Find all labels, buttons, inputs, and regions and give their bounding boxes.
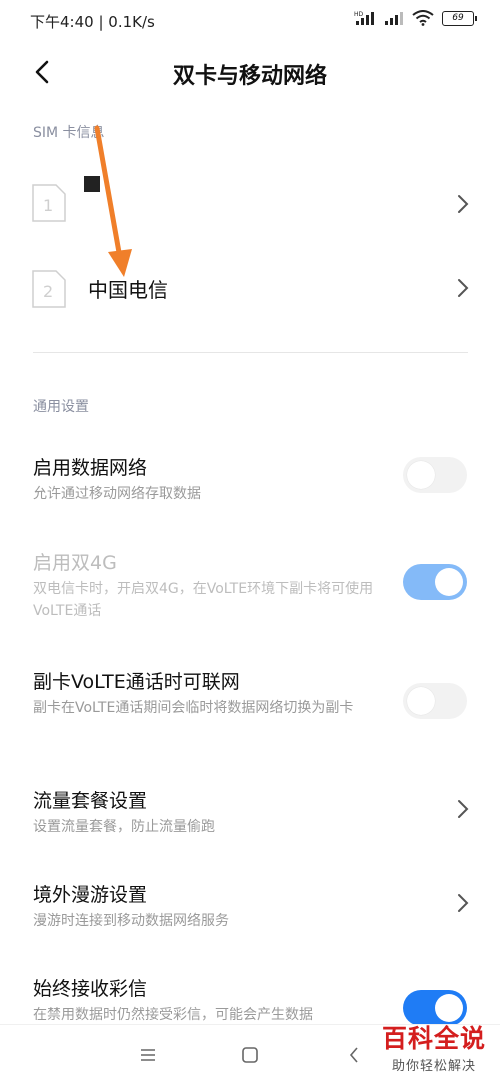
watermark-logo: 百科全说 助你轻松解决 [382,1019,486,1074]
setting-desc: 在禁用数据时仍然接受彩信，可能会产生数据 [33,1007,313,1023]
status-time: 下午4:40 | 0.1K/s [30,13,155,31]
wifi-icon [412,10,434,26]
section-divider [33,352,468,353]
back-icon [349,1047,358,1063]
setting-title: 启用双4G [33,552,117,574]
menu-button[interactable] [136,1043,160,1067]
page-title: 双卡与移动网络 [172,64,327,89]
chevron-right-icon [458,894,469,912]
home-icon [242,1047,258,1063]
setting-desc: 漫游时连接到移动数据网络服务 [33,913,229,929]
sim-section-label: SIM 卡信息 [33,125,105,141]
toggle-knob [435,568,463,596]
setting-title: 流量套餐设置 [33,790,148,812]
setting-secondary-volte-data[interactable]: 副卡VoLTE通话时可联网 副卡在VoLTE通话期间会临时将数据网络切换为副卡 [0,667,500,743]
general-section-label: 通用设置 [33,399,89,415]
watermark-subtitle: 助你轻松解决 [391,1059,476,1074]
setting-desc: 副卡在VoLTE通话期间会临时将数据网络切换为副卡 [33,700,354,716]
signal-icon [385,12,403,25]
svg-text:2: 2 [43,282,53,301]
toggle-knob [407,461,435,489]
toggle-knob [407,687,435,715]
header: 双卡与移动网络 [0,50,500,96]
setting-data-plan[interactable]: 流量套餐设置 设置流量套餐，防止流量偷跑 [0,786,500,842]
sim-slot-1-icon: 1 [32,184,66,222]
enable-data-network-toggle[interactable] [403,457,467,493]
hd-signal-icon: HD [354,11,374,25]
setting-title: 启用数据网络 [33,457,148,479]
setting-roaming[interactable]: 境外漫游设置 漫游时连接到移动数据网络服务 [0,880,500,936]
setting-title: 境外漫游设置 [33,884,148,906]
sim-card-1-name-redacted [84,176,100,192]
dual-4g-toggle [403,564,467,600]
setting-desc: 设置流量套餐，防止流量偷跑 [33,819,215,835]
chevron-right-icon [458,800,469,818]
svg-text:HD: HD [354,11,364,18]
svg-text:1: 1 [43,196,53,215]
chevron-right-icon [458,279,469,297]
home-button[interactable] [238,1043,262,1067]
secondary-volte-data-toggle[interactable] [403,683,467,719]
sim-slot-2-icon: 2 [32,270,66,308]
setting-enable-dual-4g: 启用双4G 双电信卡时，开启双4G，在VoLTE环境下副卡将可使用VoLTE通话 [0,548,500,624]
setting-title: 副卡VoLTE通话时可联网 [33,671,240,693]
setting-enable-data-network[interactable]: 启用数据网络 允许通过移动网络存取数据 [0,453,500,513]
setting-desc: 允许通过移动网络存取数据 [33,486,201,502]
sim-card-2-name: 中国电信 [88,278,168,302]
status-bar: 下午4:40 | 0.1K/s HD 69 [0,0,500,40]
chevron-right-icon [458,195,469,213]
nav-back-button[interactable] [342,1043,366,1067]
setting-desc: 双电信卡时，开启双4G，在VoLTE环境下副卡将可使用VoLTE通话 [33,581,374,619]
menu-icon [141,1049,155,1061]
sim-card-1-row[interactable]: 1 [0,172,500,232]
watermark-title: 百科全说 [381,1024,486,1053]
battery-icon: 69 [442,10,477,26]
toggle-knob [435,994,463,1022]
sim-card-2-row[interactable]: 2 中国电信 [0,258,500,318]
setting-title: 始终接收彩信 [33,978,148,1000]
battery-level: 69 [452,13,464,23]
status-icons: HD 69 [354,10,477,26]
